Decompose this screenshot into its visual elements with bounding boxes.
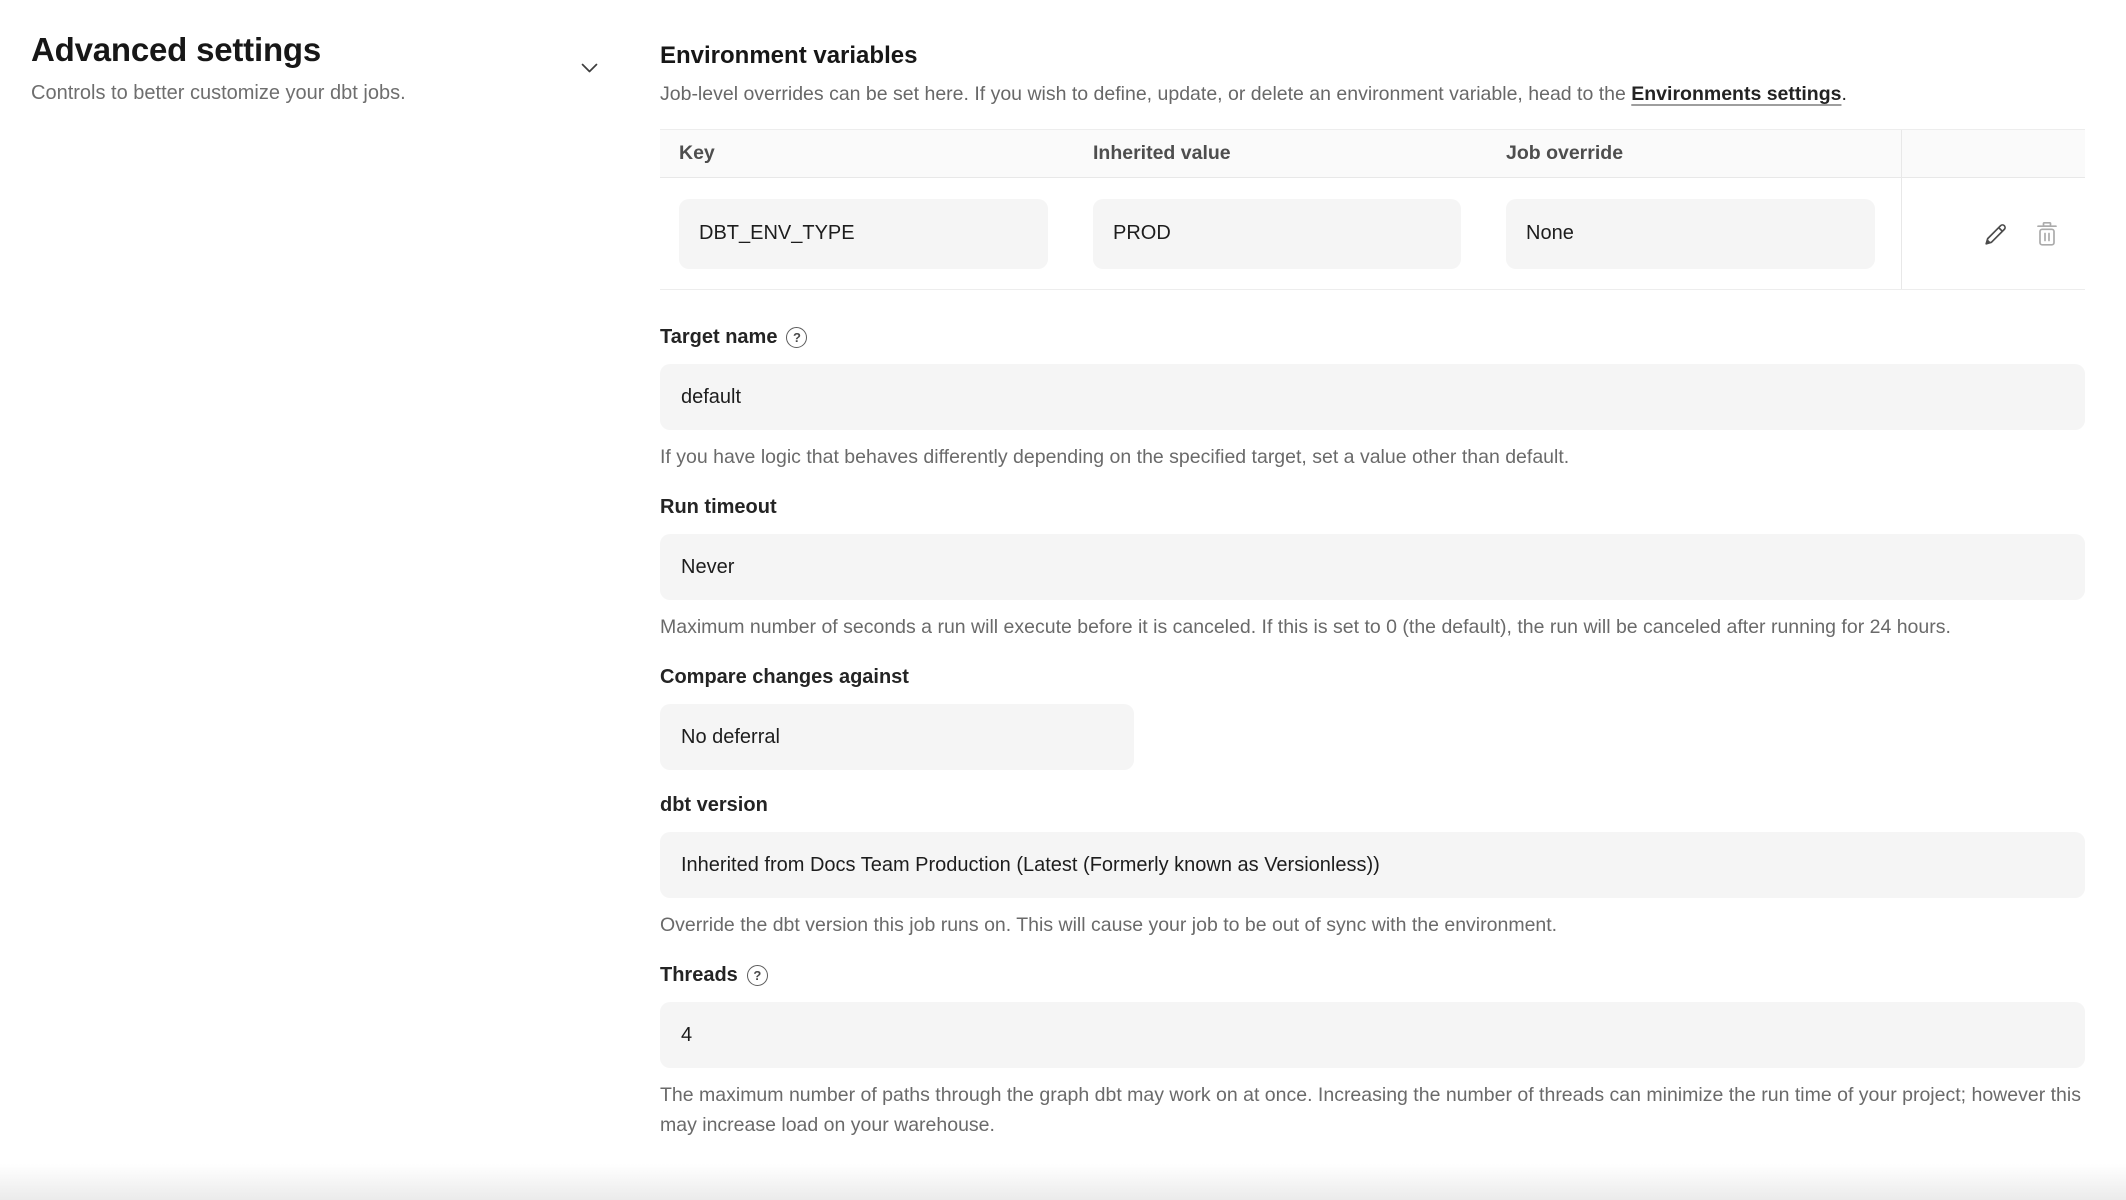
env-vars-table: Key Inherited value Job override DBT_ENV… (660, 129, 2085, 290)
advanced-settings-panel: Advanced settings Controls to better cus… (31, 31, 602, 105)
help-icon[interactable]: ? (747, 965, 768, 986)
env-var-key-field: DBT_ENV_TYPE (679, 199, 1048, 269)
table-row: DBT_ENV_TYPE PROD None (660, 178, 2085, 290)
env-var-inherited-value-field: PROD (1093, 199, 1461, 269)
trash-icon (2034, 220, 2060, 248)
dbt-version-help-text: Override the dbt version this job runs o… (660, 910, 2085, 940)
field-target-name: Target name ? default If you have logic … (660, 324, 2085, 472)
column-header-key: Key (660, 142, 1074, 165)
env-vars-title: Environment variables (660, 42, 2085, 70)
target-name-input[interactable]: default (660, 364, 2085, 430)
run-timeout-label: Run timeout (660, 494, 777, 520)
delete-env-var-button[interactable] (2034, 220, 2060, 248)
page-title: Advanced settings (31, 31, 602, 69)
threads-help-text: The maximum number of paths through the … (660, 1080, 2085, 1140)
dbt-version-input[interactable]: Inherited from Docs Team Production (Lat… (660, 832, 2085, 898)
column-header-inherited-value: Inherited value (1074, 142, 1487, 165)
column-header-actions (1901, 130, 2085, 177)
page-subtitle: Controls to better customize your dbt jo… (31, 81, 602, 105)
bottom-scroll-fade (0, 1164, 2126, 1200)
env-var-row-actions (1901, 178, 2085, 289)
field-dbt-version: dbt version Inherited from Docs Team Pro… (660, 792, 2085, 940)
advanced-settings-content: Environment variables Job-level override… (660, 0, 2085, 1140)
column-header-job-override: Job override (1487, 142, 1901, 165)
env-vars-description: Job-level overrides can be set here. If … (660, 82, 2085, 106)
threads-input[interactable]: 4 (660, 1002, 2085, 1068)
field-compare-changes-against: Compare changes against No deferral (660, 664, 2085, 770)
target-name-help-text: If you have logic that behaves different… (660, 442, 2085, 472)
dbt-version-label: dbt version (660, 792, 768, 818)
env-var-job-override-field: None (1506, 199, 1875, 269)
run-timeout-help-text: Maximum number of seconds a run will exe… (660, 612, 2085, 642)
threads-label: Threads (660, 962, 738, 988)
target-name-label: Target name (660, 324, 777, 350)
field-threads: Threads ? 4 The maximum number of paths … (660, 962, 2085, 1140)
help-icon[interactable]: ? (786, 327, 807, 348)
collapse-section-button[interactable] (577, 59, 602, 77)
chevron-down-icon (581, 63, 598, 73)
field-run-timeout: Run timeout Never Maximum number of seco… (660, 494, 2085, 642)
compare-changes-input[interactable]: No deferral (660, 704, 1134, 770)
compare-changes-label: Compare changes against (660, 664, 909, 690)
env-vars-description-period: . (1841, 83, 1846, 105)
env-vars-table-header: Key Inherited value Job override (660, 130, 2085, 178)
edit-env-var-button[interactable] (1982, 220, 2010, 248)
env-vars-description-text: Job-level overrides can be set here. If … (660, 83, 1631, 105)
environments-settings-link[interactable]: Environments settings (1631, 83, 1841, 105)
run-timeout-input[interactable]: Never (660, 534, 2085, 600)
pencil-icon (1982, 220, 2010, 248)
